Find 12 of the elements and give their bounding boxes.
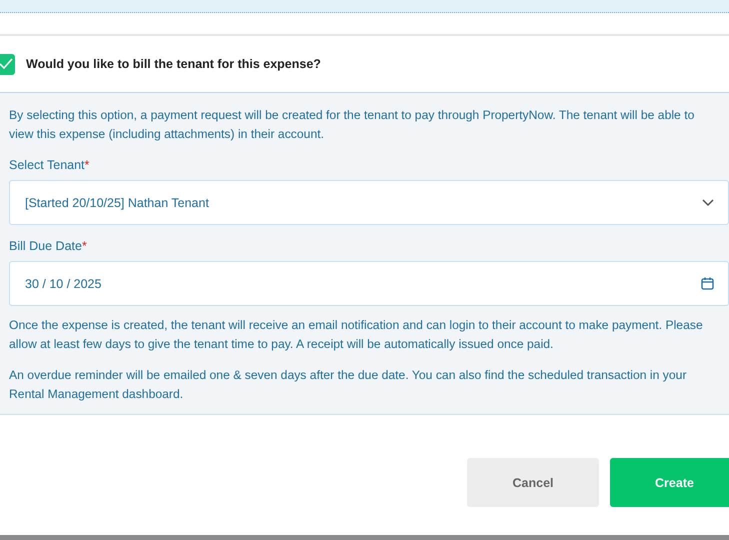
field-label: Bill Due Date* xyxy=(9,239,88,253)
note-text: An overdue reminder will be emailed one & seven days after the due date. You can also find the scheduled transaction in your Rental Management dashboard. xyxy=(9,367,688,403)
info-text: By selecting this option, a payment request will be created for the tenant to pay through PropertyNow. The tenant will be able to view this expense (including attachments) in their account. xyxy=(9,107,696,143)
date-field[interactable]: 30 / 10 / 2025 xyxy=(9,261,729,306)
note-text: Once the expense is created, the tenant will receive an email notification and can login to their account to make payment. Please allow at least few days to give the tenant time to pay. A receipt will be automatically issued once paid. xyxy=(9,317,704,353)
chevron-down-icon xyxy=(702,198,714,206)
calendar-icon xyxy=(701,277,714,290)
field-label: Select Tenant* xyxy=(9,158,90,172)
checkbox[interactable] xyxy=(0,54,15,74)
select-field[interactable]: [Started 20/10/25] Nathan Tenant xyxy=(9,180,729,225)
cancel-button[interactable]: Cancel xyxy=(467,458,599,507)
checkbox-label: Would you like to bill the tenant for this expense? xyxy=(26,57,321,71)
